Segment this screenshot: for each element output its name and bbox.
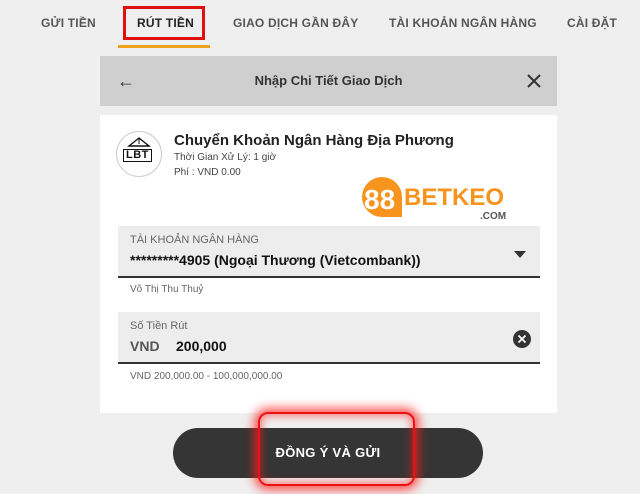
- tab-recent-transactions[interactable]: GIAO DỊCH GẦN ĐÂY: [233, 16, 358, 30]
- tab-bank-accounts[interactable]: TÀI KHOẢN NGÂN HÀNG: [389, 16, 537, 30]
- tab-bar: GỬI TIỀN RÚT TIỀN GIAO DỊCH GẦN ĐÂY TÀI …: [0, 0, 640, 48]
- dialog-header: ← Nhập Chi Tiết Giao Dịch: [100, 56, 557, 106]
- tab-settings[interactable]: CÀI ĐẶT: [567, 16, 617, 30]
- bank-logo-text: LBT: [123, 149, 152, 162]
- brand-number: 88: [364, 184, 395, 215]
- fee-text: Phí : VND 0.00: [174, 167, 241, 178]
- dialog-title: Nhập Chi Tiết Giao Dịch: [254, 73, 403, 88]
- close-icon[interactable]: [524, 69, 544, 93]
- bank-account-select[interactable]: TÀI KHOẢN NGÂN HÀNG *********4905 (Ngoại…: [118, 226, 540, 278]
- account-holder-name: Võ Thị Thu Thuỷ: [130, 284, 204, 295]
- active-tab-highlight: [123, 6, 205, 40]
- amount-range-hint: VND 200,000.00 - 100,000,000.00: [130, 371, 283, 382]
- bank-method-name: Chuyển Khoản Ngân Hàng Địa Phương: [174, 132, 454, 149]
- withdraw-amount-input[interactable]: 200,000: [176, 338, 227, 354]
- brand-watermark-logo: 88 BETKEO .COM: [362, 177, 506, 221]
- processing-time: Thời Gian Xử Lý: 1 giờ: [174, 152, 277, 163]
- transaction-form: LBT Chuyển Khoản Ngân Hàng Địa Phương Th…: [100, 115, 557, 413]
- bank-account-label: TÀI KHOẢN NGÂN HÀNG: [130, 234, 259, 246]
- caret-down-icon[interactable]: [514, 251, 526, 258]
- submit-button[interactable]: ĐỒNG Ý VÀ GỬI: [173, 428, 483, 478]
- bank-logo: LBT: [116, 131, 162, 177]
- clear-icon[interactable]: [513, 330, 531, 348]
- withdraw-amount-label: Số Tiền Rút: [130, 320, 188, 332]
- withdraw-amount-field[interactable]: Số Tiền Rút VND 200,000: [118, 312, 540, 364]
- currency-code: VND: [130, 338, 160, 354]
- brand-domain: .COM: [480, 211, 506, 221]
- tab-deposit[interactable]: GỬI TIỀN: [41, 16, 96, 30]
- brand-name: BETKEO: [404, 184, 504, 211]
- bank-account-value: *********4905 (Ngoại Thương (Vietcombank…: [130, 252, 421, 268]
- active-tab-underline: [118, 45, 210, 48]
